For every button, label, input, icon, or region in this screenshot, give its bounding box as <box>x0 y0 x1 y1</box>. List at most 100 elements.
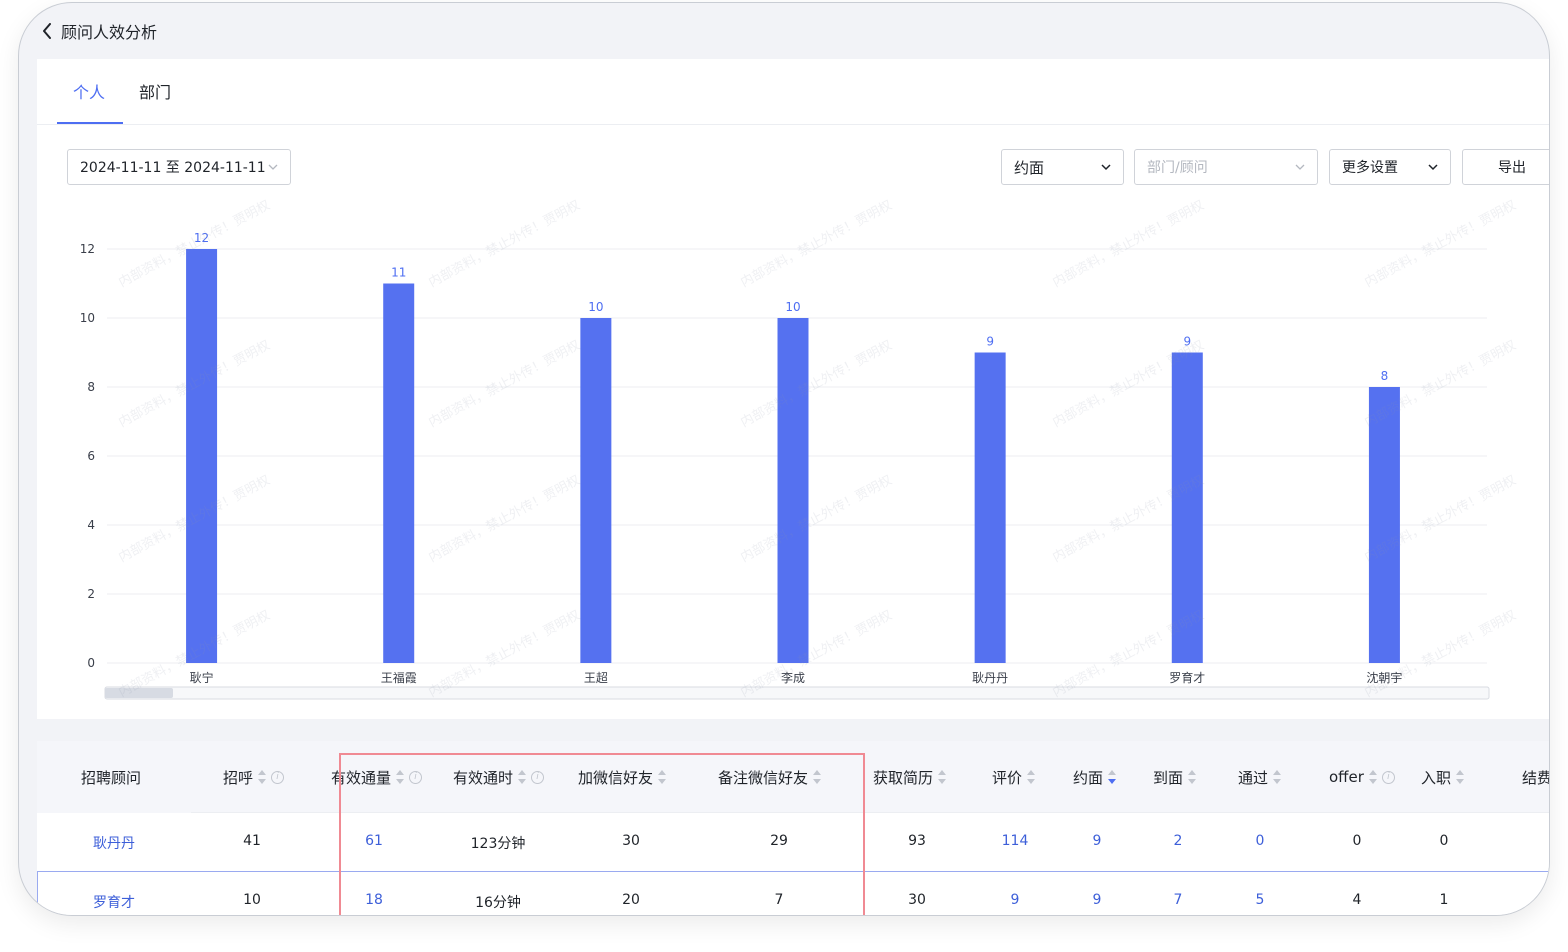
bar <box>186 249 218 663</box>
zoom-slider-handle <box>105 688 173 698</box>
date-range-picker[interactable]: 2024-11-11 至 2024-11-11 <box>67 149 291 185</box>
sort-icon[interactable] <box>1273 770 1282 784</box>
table-cell: 41 <box>243 833 261 849</box>
sort-icon[interactable] <box>813 770 822 784</box>
x-tick-label: 王超 <box>584 670 608 685</box>
column-header[interactable]: 加微信好友 <box>578 741 667 813</box>
column-header-label: 有效通量 <box>331 768 392 787</box>
table-cell[interactable]: 61 <box>365 833 383 849</box>
y-tick-label: 8 <box>87 380 95 394</box>
column-header[interactable]: 约面 <box>1073 741 1117 813</box>
column-header-label: 招呼 <box>223 768 254 787</box>
advisor-name-link[interactable]: 耿丹丹 <box>93 833 135 853</box>
tab-personal[interactable]: 个人 <box>73 79 105 103</box>
info-icon[interactable]: i <box>531 770 545 784</box>
sort-icon[interactable] <box>1188 770 1197 784</box>
info-icon[interactable]: i <box>1381 770 1395 784</box>
column-header-label: 评价 <box>992 768 1023 787</box>
column-header-label: 结费 <box>1522 768 1550 787</box>
page-title: 顾问人效分析 <box>61 23 158 42</box>
chevron-down-icon <box>1099 160 1113 174</box>
metric-select-value: 约面 <box>1014 158 1045 177</box>
chevron-down-icon <box>1293 160 1307 174</box>
table-cell[interactable]: 2 <box>1174 833 1183 849</box>
column-header[interactable]: 招呼 i <box>223 741 285 813</box>
column-header[interactable]: 有效通时 i <box>453 741 545 813</box>
column-header-label: 备注微信好友 <box>718 768 809 787</box>
sort-icon[interactable] <box>938 770 947 784</box>
data-label: 9 <box>986 335 994 349</box>
y-tick-label: 4 <box>87 518 95 532</box>
table-cell: 7 <box>774 892 784 908</box>
advisor-name-link[interactable]: 罗育才 <box>93 892 135 912</box>
sort-icon[interactable] <box>1368 770 1378 784</box>
column-header-label: 入职 <box>1421 768 1452 787</box>
column-header-label: offer <box>1329 768 1364 786</box>
sort-icon[interactable] <box>658 770 667 784</box>
more-settings-select[interactable]: 更多设置 <box>1329 149 1451 185</box>
table-cell: 10 <box>243 892 261 908</box>
table-cell: 123分钟 <box>470 836 526 852</box>
data-label: 12 <box>194 231 209 245</box>
table-cell[interactable]: 9 <box>1011 892 1020 908</box>
bar <box>974 352 1006 663</box>
column-header[interactable]: 备注微信好友 <box>718 741 822 813</box>
table-cell[interactable]: 7 <box>1174 892 1183 908</box>
bar-chart-svg: 0 2 4 6 8 10 12 12 耿宁 11 王福霞 10 王超 10 李成 9 耿丹丹 9 罗育才 8 沈朝宇 <box>80 231 1490 700</box>
column-header-label: 获取简历 <box>873 768 934 787</box>
back-arrow-icon[interactable] <box>39 23 55 39</box>
sort-icon[interactable] <box>1027 770 1036 784</box>
zoom-slider-track <box>104 686 1490 700</box>
table-cell[interactable]: 0 <box>1256 833 1265 849</box>
table-cell: 4 <box>1352 892 1362 908</box>
info-icon[interactable]: i <box>271 770 285 784</box>
table-cell[interactable]: 9 <box>1093 892 1102 908</box>
table-cell: 30 <box>622 833 640 849</box>
export-button[interactable]: 导出 <box>1462 149 1549 185</box>
column-header-label: 到面 <box>1153 768 1184 787</box>
sort-icon[interactable] <box>1456 770 1465 784</box>
table-cell[interactable]: 18 <box>365 892 383 908</box>
x-tick-label: 沈朝宇 <box>1366 670 1402 685</box>
chevron-down-icon <box>266 160 280 174</box>
bar-chart: 0 2 4 6 8 10 12 12 耿宁 11 王福霞 10 王超 10 李成 9 耿丹丹 9 罗育才 8 沈朝宇 <box>37 199 1537 719</box>
table-cell: 29 <box>770 833 788 849</box>
dept-advisor-select[interactable]: 部门/顾问 <box>1134 149 1318 185</box>
table-cell[interactable]: 5 <box>1256 892 1265 908</box>
y-tick-label: 10 <box>80 311 95 325</box>
table-cell: 0 <box>1439 833 1449 849</box>
more-settings-label: 更多设置 <box>1342 160 1398 176</box>
column-header[interactable]: 评价 <box>992 741 1036 813</box>
row-divider <box>37 871 1549 872</box>
bar <box>1171 352 1203 663</box>
data-label: 10 <box>588 300 603 314</box>
column-header[interactable]: 到面 <box>1153 741 1197 813</box>
x-tick-label: 耿丹丹 <box>972 671 1008 685</box>
data-label: 9 <box>1183 335 1191 349</box>
data-label: 10 <box>785 300 800 314</box>
y-tick-label: 12 <box>80 242 95 256</box>
bar <box>580 318 612 663</box>
column-header[interactable]: 入职 <box>1421 741 1465 813</box>
top-bar: 顾问人效分析 <box>19 3 1549 59</box>
chart-card: 个人 部门 2024-11-11 至 2024-11-11 约面 部门/顾问 更… <box>37 59 1549 719</box>
table-cell: 30 <box>908 892 926 908</box>
sort-icon[interactable] <box>1108 770 1117 784</box>
metric-select[interactable]: 约面 <box>1001 149 1124 185</box>
data-table: 招聘顾问 招呼 i 有效通量 i 有效通时 i 加微信好友 备注微信好友 获取简历 评价 约面 到面 通过… <box>37 741 1550 915</box>
column-header[interactable]: 通过 <box>1238 741 1282 813</box>
y-tick-label: 6 <box>87 449 95 463</box>
sort-icon[interactable] <box>396 770 405 784</box>
column-header[interactable]: 获取简历 <box>873 741 947 813</box>
table-cell[interactable]: 9 <box>1093 833 1102 849</box>
sort-icon[interactable] <box>258 770 267 784</box>
column-header-label: 有效通时 <box>453 768 514 787</box>
column-header[interactable]: 有效通量 i <box>331 741 423 813</box>
tab-department[interactable]: 部门 <box>139 79 171 103</box>
sort-icon[interactable] <box>518 770 527 784</box>
app-window: 顾问人效分析 个人 部门 2024-11-11 至 2024-11-11 约面 … <box>18 2 1550 916</box>
info-icon[interactable]: i <box>409 770 423 784</box>
tab-active-indicator <box>57 122 123 124</box>
column-header[interactable]: offer i <box>1329 741 1395 813</box>
table-cell[interactable]: 114 <box>1002 833 1029 849</box>
